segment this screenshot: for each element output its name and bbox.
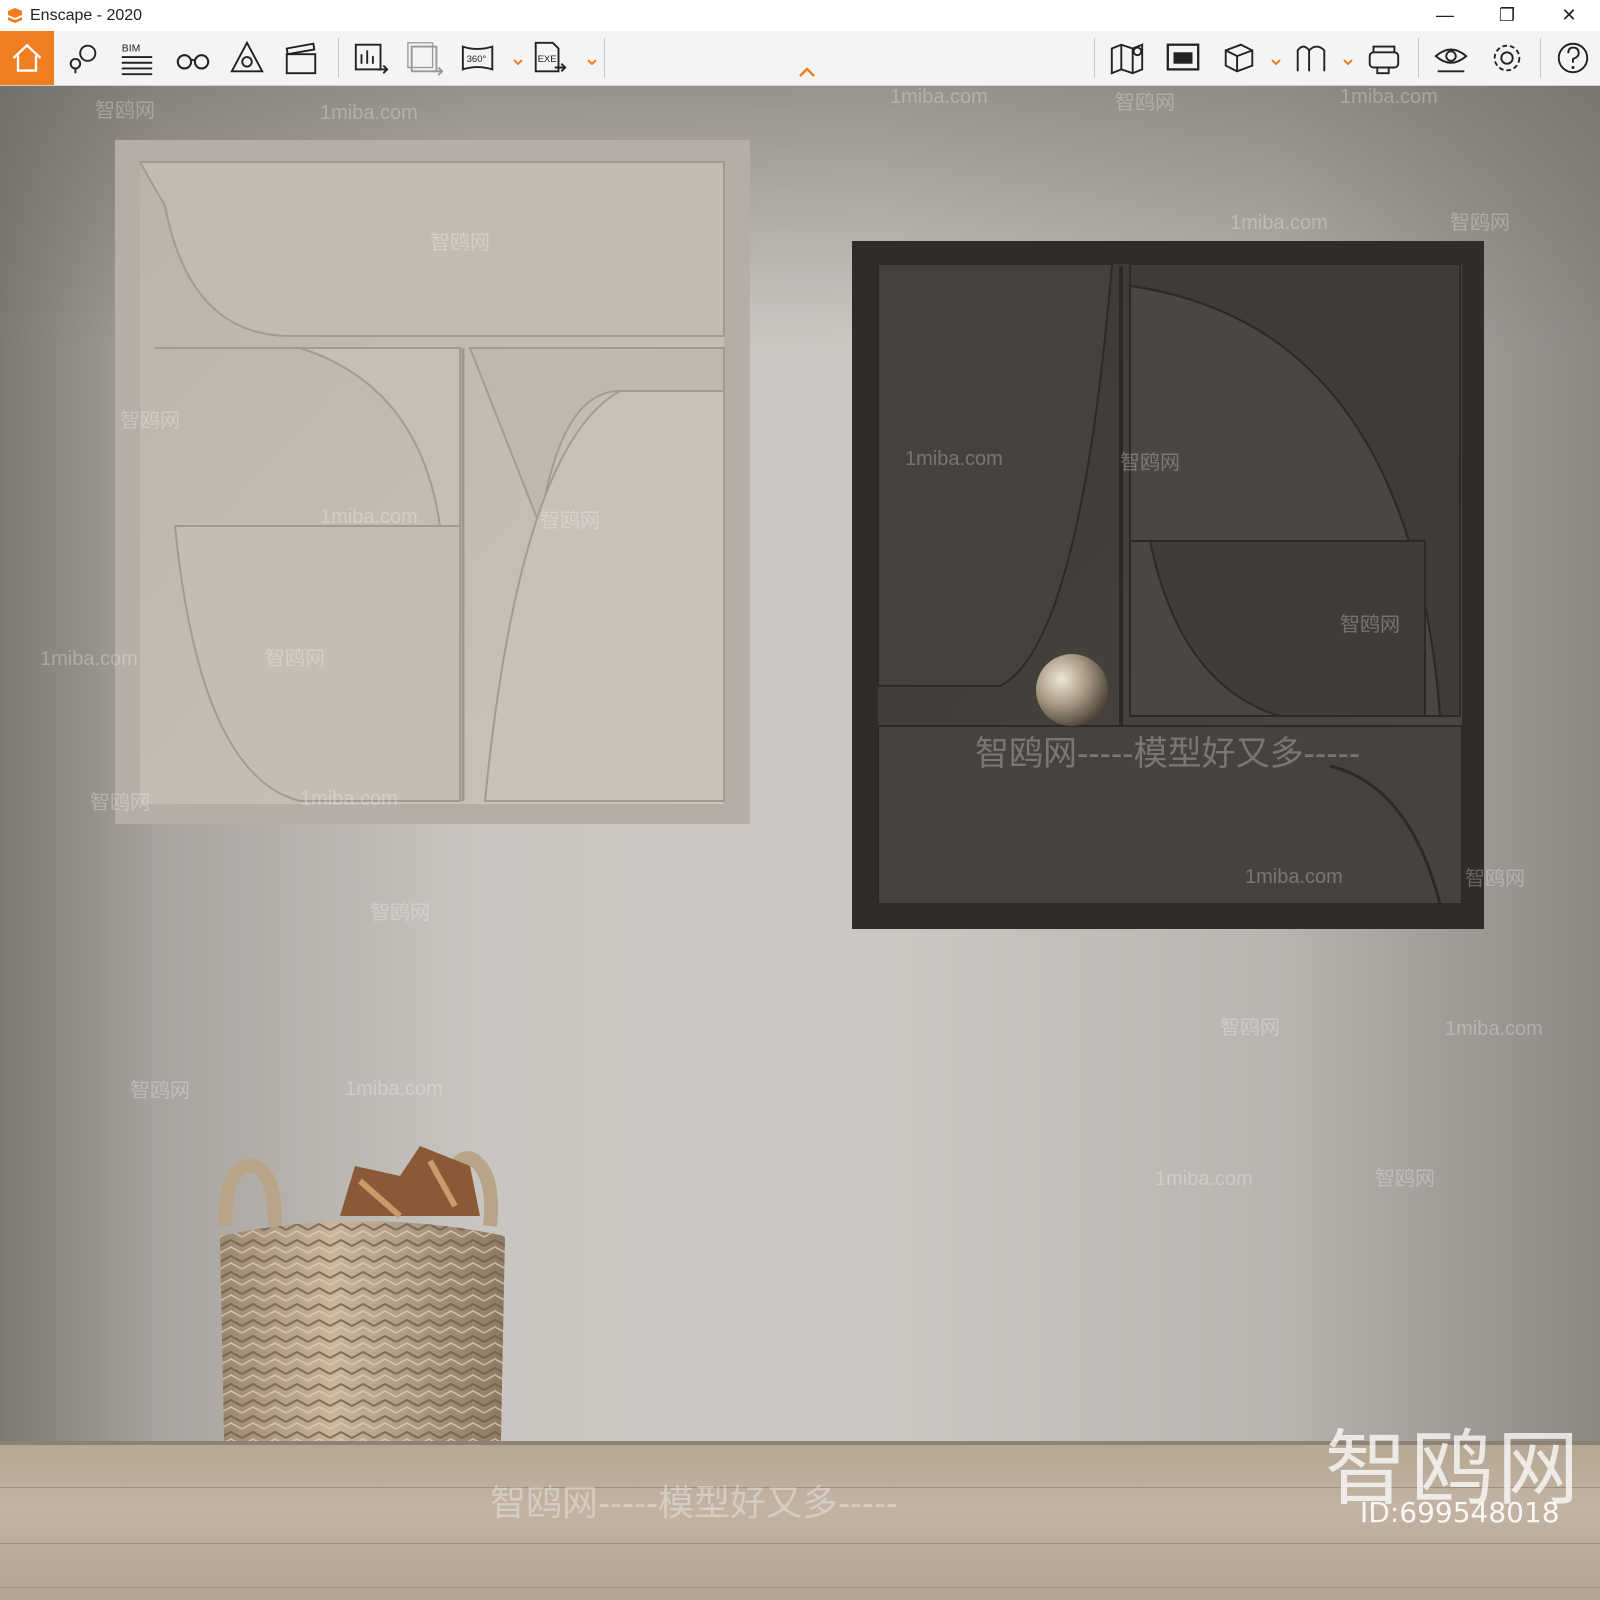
watermark-site: 1miba.com (320, 102, 418, 124)
material-dropdown-icon[interactable] (1342, 56, 1354, 68)
svg-text:EXE: EXE (538, 54, 557, 65)
settings-gear-icon (1493, 44, 1521, 72)
watermark-cn: 智鸥网 (1465, 868, 1525, 890)
watermark-cn: 智鸥网 (1340, 614, 1400, 636)
settings-button[interactable] (1484, 35, 1530, 81)
watermark-cn: 智鸥网 (95, 100, 155, 122)
watermark-cn: 智鸥网 (130, 1080, 190, 1102)
panorama-button[interactable]: 360° (456, 35, 502, 81)
watermark-cn: 智鸥网 (1120, 452, 1180, 474)
help-icon (1557, 42, 1589, 74)
render-image-icon (354, 43, 389, 74)
toolbar-separator (1094, 38, 1095, 78)
mini-map-icon (1166, 43, 1200, 71)
render-image-button[interactable] (348, 35, 394, 81)
light-view-icon (230, 40, 264, 73)
svg-text:360°: 360° (467, 54, 487, 65)
asset-library-button[interactable] (1216, 35, 1262, 81)
watermark-slogan: 智鸥网-----模型好又多----- (975, 735, 1361, 773)
watermark-site: 1miba.com (1155, 1168, 1253, 1190)
visual-settings-button[interactable] (1428, 35, 1474, 81)
watermark-site: 1miba.com (905, 448, 1003, 470)
watermark-cn: 智鸥网 (1220, 1017, 1280, 1039)
close-button[interactable]: ✕ (1538, 0, 1600, 31)
location-tag-icon (69, 44, 97, 74)
panorama-360-icon: 360° (461, 45, 494, 71)
toolbar-separator (338, 38, 339, 78)
window-title: Enscape - 2020 (30, 6, 143, 24)
vr-headset-button[interactable] (1360, 35, 1406, 81)
svg-text:BIM: BIM (122, 43, 141, 54)
home-icon (12, 43, 42, 72)
asset-library-icon (1224, 43, 1254, 73)
batch-render-button[interactable] (402, 35, 448, 81)
export-exe-icon: EXE (534, 41, 567, 73)
toolbar-separator (1418, 38, 1419, 78)
binoculars-icon (176, 54, 210, 70)
help-button[interactable] (1550, 35, 1596, 81)
watermark-site: 1miba.com (300, 788, 398, 810)
watermark-site: 1miba.com (1245, 866, 1343, 888)
watermark-site: 1miba.com (1445, 1018, 1543, 1040)
map-icon (1110, 43, 1144, 75)
watermark-cn: 智鸥网 (1115, 92, 1175, 114)
dark-relief-panel (852, 241, 1484, 929)
watermark-cn: 智鸥网 (1375, 1168, 1435, 1190)
home-button[interactable] (0, 31, 54, 85)
watermark-cn: 智鸥网 (370, 902, 430, 924)
bim-button[interactable]: BIM (114, 35, 160, 81)
bim-icon: BIM (121, 43, 153, 76)
watermark-cn: 智鸥网 (120, 410, 180, 432)
clapperboard-icon (285, 42, 317, 75)
toolbar-separator (604, 38, 605, 78)
panorama-dropdown-icon[interactable] (512, 56, 524, 68)
minimize-button[interactable]: — (1414, 0, 1476, 31)
enscape-logo-icon (8, 7, 22, 23)
watermark-slogan-bottom: 智鸥网-----模型好又多----- (490, 1482, 898, 1523)
vr-headset-icon (1368, 45, 1400, 75)
light-view-button[interactable] (224, 35, 270, 81)
video-editor-button[interactable] (278, 35, 324, 81)
scene-artwork (115, 140, 1484, 1522)
watermark-cn: 智鸥网 (265, 648, 325, 670)
collapse-toolbar-icon[interactable] (798, 66, 816, 78)
watermark-site: 1miba.com (345, 1078, 443, 1100)
watermark-cn: 智鸥网 (430, 232, 490, 254)
watermark-cn: 智鸥网 (540, 510, 600, 532)
brass-sphere (1036, 654, 1108, 726)
binoculars-button[interactable] (170, 35, 216, 81)
watermark-cn: 智鸥网 (90, 792, 150, 814)
floor-plank-line (0, 1587, 1600, 1588)
title-bar: Enscape - 2020 — ❐ ✕ (0, 0, 1600, 31)
toolbar-separator (1540, 38, 1541, 78)
export-dropdown-icon[interactable] (586, 56, 598, 68)
watermark-site: 1miba.com (1230, 212, 1328, 234)
restore-button[interactable]: ❐ (1476, 0, 1538, 31)
watermark-cn: 智鸥网 (1450, 212, 1510, 234)
watermark-site: 1miba.com (1340, 86, 1438, 108)
batch-render-icon (407, 42, 444, 76)
asset-dropdown-icon[interactable] (1270, 56, 1282, 68)
mini-map-button[interactable] (1160, 35, 1206, 81)
material-editor-icon (1296, 45, 1326, 72)
visual-settings-icon (1434, 48, 1468, 73)
watermark-id: ID:699548018 (1360, 1496, 1560, 1529)
watermark-site: 1miba.com (40, 648, 138, 670)
watermark-site: 1miba.com (320, 506, 418, 528)
floor-plank-line (0, 1543, 1600, 1544)
material-editor-button[interactable] (1288, 35, 1334, 81)
export-exe-button[interactable]: EXE (526, 35, 572, 81)
map-button[interactable] (1104, 35, 1150, 81)
watermark-site: 1miba.com (890, 86, 988, 108)
render-viewport[interactable]: 智鸥网 1miba.com 1miba.com 智鸥网 1miba.com 智鸥… (0, 86, 1600, 1600)
location-tag-button[interactable] (60, 35, 106, 81)
